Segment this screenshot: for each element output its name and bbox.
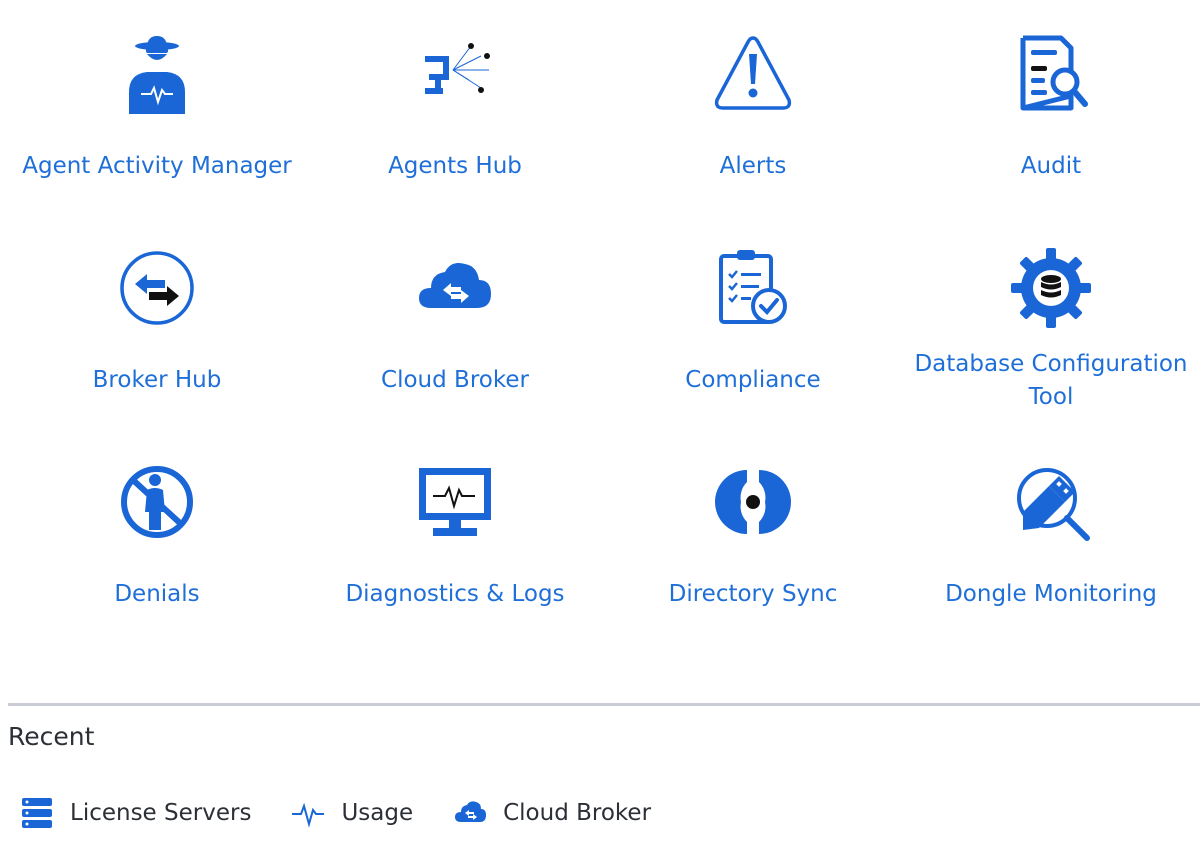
pulse-icon bbox=[291, 796, 325, 830]
app-label: Broker Hub bbox=[92, 366, 222, 393]
app-label: Cloud Broker bbox=[381, 366, 529, 393]
app-label: Denials bbox=[114, 580, 200, 607]
recent-item-cloud-broker[interactable]: Cloud Broker bbox=[453, 796, 651, 830]
recent-item-license-servers[interactable]: License Servers bbox=[20, 796, 251, 830]
app-tile-compliance[interactable]: Compliance bbox=[604, 214, 902, 428]
app-tile-agents-hub[interactable]: Agents Hub bbox=[306, 0, 604, 214]
recent-heading: Recent bbox=[8, 722, 95, 751]
app-tile-diagnostics-logs[interactable]: Diagnostics & Logs bbox=[306, 428, 604, 642]
clipboard-check-icon bbox=[711, 246, 795, 330]
app-label: Diagnostics & Logs bbox=[345, 580, 565, 607]
database-gear-icon bbox=[1009, 246, 1093, 330]
app-label: Directory Sync bbox=[668, 580, 838, 607]
network-monitor-icon bbox=[413, 32, 497, 116]
cloud-exchange-icon bbox=[413, 246, 497, 330]
section-divider bbox=[8, 703, 1200, 706]
app-label: Agents Hub bbox=[388, 152, 522, 179]
sync-circle-icon bbox=[711, 460, 795, 544]
app-label: Agent Activity Manager bbox=[22, 152, 292, 179]
document-search-icon bbox=[1009, 32, 1093, 116]
exchange-arrows-icon bbox=[115, 246, 199, 330]
recent-item-label: License Servers bbox=[70, 800, 252, 826]
recent-list: License Servers Usage Cloud Broker bbox=[20, 796, 691, 830]
recent-item-label: Cloud Broker bbox=[503, 800, 652, 826]
app-tile-broker-hub[interactable]: Broker Hub bbox=[8, 214, 306, 428]
app-label: Database Configuration Tool bbox=[914, 351, 1188, 410]
app-tile-database-configuration-tool[interactable]: Database Configuration Tool bbox=[902, 214, 1200, 428]
cloud-exchange-icon bbox=[453, 796, 487, 830]
app-tile-directory-sync[interactable]: Directory Sync bbox=[604, 428, 902, 642]
monitor-pulse-icon bbox=[413, 460, 497, 544]
recent-item-label: Usage bbox=[341, 800, 414, 826]
agent-spy-icon bbox=[115, 32, 199, 116]
app-tile-cloud-broker[interactable]: Cloud Broker bbox=[306, 214, 604, 428]
app-tile-audit[interactable]: Audit bbox=[902, 0, 1200, 214]
app-label: Audit bbox=[1020, 152, 1082, 179]
app-grid: Agent Activity Manager Agents Hub Alerts… bbox=[8, 0, 1200, 642]
usb-search-icon bbox=[1009, 460, 1093, 544]
app-tile-dongle-monitoring[interactable]: Dongle Monitoring bbox=[902, 428, 1200, 642]
warning-triangle-icon bbox=[711, 32, 795, 116]
app-label: Compliance bbox=[685, 366, 821, 393]
app-label: Dongle Monitoring bbox=[945, 580, 1157, 607]
app-tile-alerts[interactable]: Alerts bbox=[604, 0, 902, 214]
app-tile-agent-activity-manager[interactable]: Agent Activity Manager bbox=[8, 0, 306, 214]
app-label: Alerts bbox=[719, 152, 787, 179]
server-stack-icon bbox=[20, 796, 54, 830]
recent-item-usage[interactable]: Usage bbox=[291, 796, 413, 830]
no-person-icon bbox=[115, 460, 199, 544]
app-tile-denials[interactable]: Denials bbox=[8, 428, 306, 642]
